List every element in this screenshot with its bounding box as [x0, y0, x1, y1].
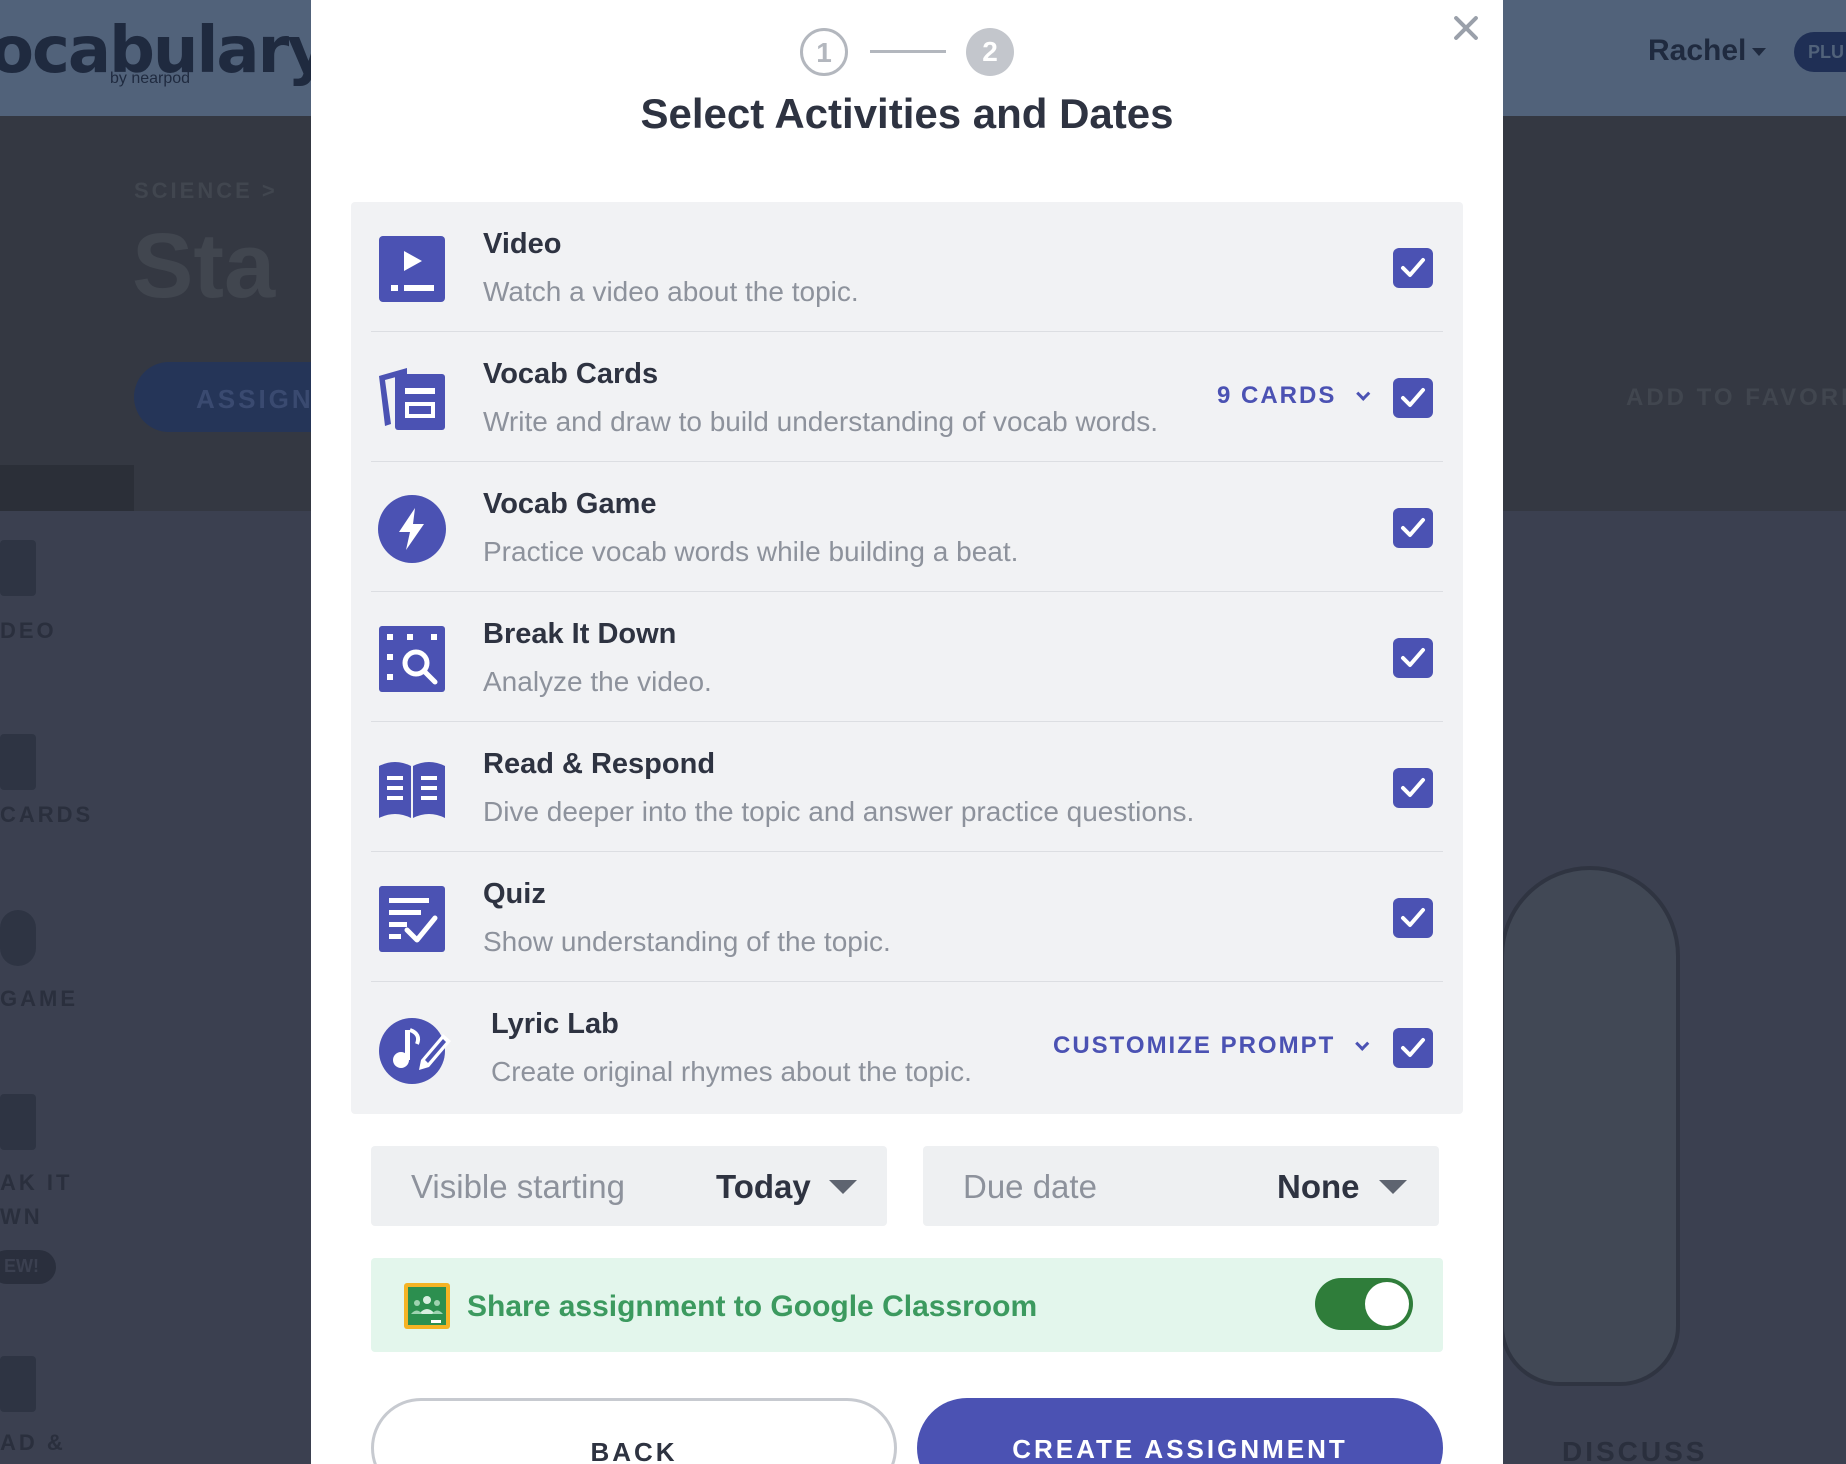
google-classroom-toggle[interactable]	[1315, 1278, 1413, 1330]
bg-side-item: GAME	[0, 986, 78, 1011]
bg-breadcrumb: SCIENCE >	[134, 178, 278, 203]
activity-row-video[interactable]: Video Watch a video about the topic.	[351, 202, 1463, 332]
bg-discuss-label: DISCUSS	[1562, 1436, 1708, 1464]
activity-list: Video Watch a video about the topic. Voc…	[351, 202, 1463, 1114]
bg-breakdown-icon	[0, 1094, 36, 1150]
activity-title: Vocab Cards	[483, 358, 659, 390]
activity-checkbox-read-respond[interactable]	[1393, 768, 1433, 808]
bg-user-caret-icon	[1752, 48, 1766, 56]
checkmark-icon	[1401, 518, 1425, 537]
magnifier-icon	[379, 626, 445, 692]
activity-description: Show understanding of the topic.	[483, 926, 891, 957]
activity-description: Write and draw to build understanding of…	[483, 406, 1158, 437]
step-connector	[870, 50, 946, 53]
activity-row-read-respond[interactable]: Read & Respond Dive deeper into the topi…	[351, 722, 1463, 852]
cards-count-label: 9 CARDS	[1217, 382, 1337, 409]
activity-description: Dive deeper into the topic and answer pr…	[483, 796, 1195, 827]
chevron-down-icon	[1356, 386, 1371, 401]
checkmark-icon	[1401, 908, 1425, 927]
bg-illustration	[1500, 866, 1680, 1386]
activity-row-vocab-cards[interactable]: Vocab Cards Write and draw to build unde…	[351, 332, 1463, 462]
visible-starting-label: Visible starting	[411, 1168, 626, 1205]
close-icon[interactable]	[1448, 10, 1484, 46]
customize-prompt-dropdown[interactable]: CUSTOMIZE PROMPT	[1053, 1032, 1370, 1060]
activity-checkbox-lyric-lab[interactable]	[1393, 1028, 1433, 1068]
bg-favorite-link: ADD TO FAVORI	[1626, 384, 1846, 411]
checkmark-icon	[1401, 388, 1425, 407]
bg-logo-sub: by nearpod	[110, 70, 191, 87]
create-assignment-button[interactable]: CREATE ASSIGNMENT	[917, 1398, 1443, 1464]
activity-checkbox-break-it-down[interactable]	[1393, 638, 1433, 678]
stepper: 1 2	[800, 28, 1014, 76]
bg-user-name: Rachel	[1648, 34, 1747, 67]
activity-checkbox-vocab-game[interactable]	[1393, 508, 1433, 548]
bg-page-title: Sta	[132, 215, 276, 317]
step-1-indicator: 1	[800, 28, 848, 76]
activity-title: Read & Respond	[483, 748, 716, 780]
due-date-value: None	[1277, 1168, 1360, 1205]
due-date-select[interactable]: Due date None	[923, 1146, 1439, 1226]
bg-side-item: DEO	[0, 618, 57, 643]
bg-new-badge: EW!	[0, 1250, 56, 1284]
activity-description: Watch a video about the topic.	[483, 276, 859, 307]
activity-description: Analyze the video.	[483, 666, 712, 697]
activity-row-vocab-game[interactable]: Vocab Game Practice vocab words while bu…	[351, 462, 1463, 592]
checkmark-icon	[1401, 648, 1425, 667]
google-classroom-icon	[404, 1283, 450, 1329]
vocab-cards-icon	[379, 368, 445, 430]
checkmark-icon	[1401, 778, 1425, 797]
modal-title: Select Activities and Dates	[640, 90, 1174, 137]
caret-down-icon	[1379, 1180, 1407, 1194]
due-date-label: Due date	[963, 1168, 1097, 1205]
activity-checkbox-vocab-cards[interactable]	[1393, 378, 1433, 418]
activity-checkbox-quiz[interactable]	[1393, 898, 1433, 938]
customize-prompt-label: CUSTOMIZE PROMPT	[1053, 1032, 1336, 1059]
cards-count-dropdown[interactable]: 9 CARDS	[1217, 382, 1371, 410]
bg-corner-block	[0, 465, 134, 511]
music-pencil-icon	[379, 1018, 451, 1084]
activity-title: Video	[483, 228, 562, 260]
visible-starting-select[interactable]: Visible starting Today	[371, 1146, 887, 1226]
bg-read-icon	[0, 1356, 36, 1412]
activity-description: Create original rhymes about the topic.	[491, 1056, 972, 1087]
bg-side-item: AD &	[0, 1430, 66, 1455]
bg-game-icon	[0, 910, 36, 966]
google-classroom-label: Share assignment to Google Classroom	[467, 1290, 1038, 1323]
back-button[interactable]: BACK	[371, 1398, 897, 1464]
activity-title: Lyric Lab	[491, 1008, 619, 1040]
activity-description: Practice vocab words while building a be…	[483, 536, 1019, 567]
bg-side-item: AK IT	[0, 1170, 73, 1195]
step-2-indicator: 2	[966, 28, 1014, 76]
bg-plan-badge: PLU	[1794, 32, 1846, 72]
google-classroom-share: Share assignment to Google Classroom	[371, 1258, 1443, 1352]
lightning-icon	[378, 495, 446, 563]
activity-title: Vocab Game	[483, 488, 657, 520]
activity-checkbox-video[interactable]	[1393, 248, 1433, 288]
bg-side-item: WN	[0, 1204, 43, 1229]
quiz-icon	[379, 886, 445, 952]
activity-row-quiz[interactable]: Quiz Show understanding of the topic.	[351, 852, 1463, 982]
visible-starting-value: Today	[716, 1168, 811, 1205]
activity-row-break-it-down[interactable]: Break It Down Analyze the video.	[351, 592, 1463, 722]
caret-down-icon	[829, 1180, 857, 1194]
video-icon	[379, 236, 445, 302]
toggle-knob	[1365, 1282, 1409, 1326]
activity-title: Break It Down	[483, 618, 677, 650]
activity-row-lyric-lab[interactable]: Lyric Lab Create original rhymes about t…	[351, 982, 1463, 1112]
chevron-down-icon	[1355, 1036, 1370, 1051]
checkmark-icon	[1401, 258, 1425, 277]
bg-video-icon	[0, 540, 36, 596]
bg-side-item: CARDS	[0, 802, 94, 827]
checkmark-icon	[1401, 1038, 1425, 1057]
activity-title: Quiz	[483, 878, 546, 910]
bg-cards-icon	[0, 734, 36, 790]
book-icon	[379, 762, 445, 818]
